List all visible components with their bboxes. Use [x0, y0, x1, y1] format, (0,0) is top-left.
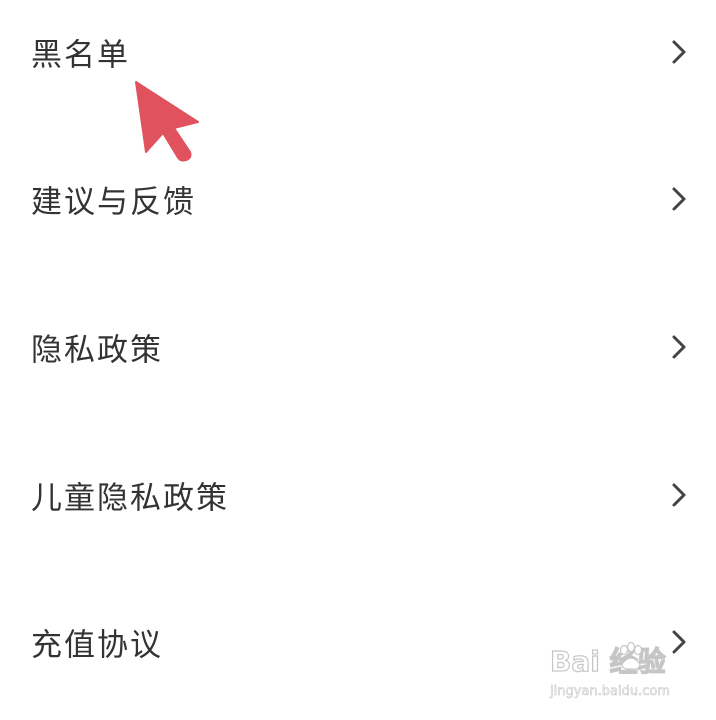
- baidu-jingyan-watermark: Bai 经验 jingyan.baidu.com: [548, 640, 708, 710]
- watermark-url: jingyan.baidu.com: [550, 684, 671, 700]
- menu-item-label: 儿童隐私政策: [31, 480, 229, 517]
- menu-item-label: 黑名单: [31, 37, 130, 74]
- menu-item-feedback[interactable]: 建议与反馈: [0, 151, 716, 247]
- menu-item-blacklist[interactable]: 黑名单: [0, 4, 716, 100]
- menu-item-label: 隐私政策: [31, 332, 163, 369]
- menu-item-children-privacy-policy[interactable]: 儿童隐私政策: [0, 447, 716, 543]
- settings-page: 黑名单 建议与反馈 隐私政策 儿童隐私政策 充值协议 Bai 经验 jingya…: [0, 0, 716, 720]
- chevron-right-icon: [666, 482, 692, 508]
- paw-icon: [616, 641, 646, 672]
- chevron-right-icon: [666, 334, 692, 360]
- menu-item-privacy-policy[interactable]: 隐私政策: [0, 299, 716, 395]
- chevron-right-icon: [666, 39, 692, 65]
- pointer-arrow-icon: [132, 78, 202, 168]
- menu-item-label: 充值协议: [31, 627, 163, 664]
- menu-item-label: 建议与反馈: [31, 184, 196, 221]
- chevron-right-icon: [666, 186, 692, 212]
- watermark-logo: Bai 经验: [549, 644, 666, 678]
